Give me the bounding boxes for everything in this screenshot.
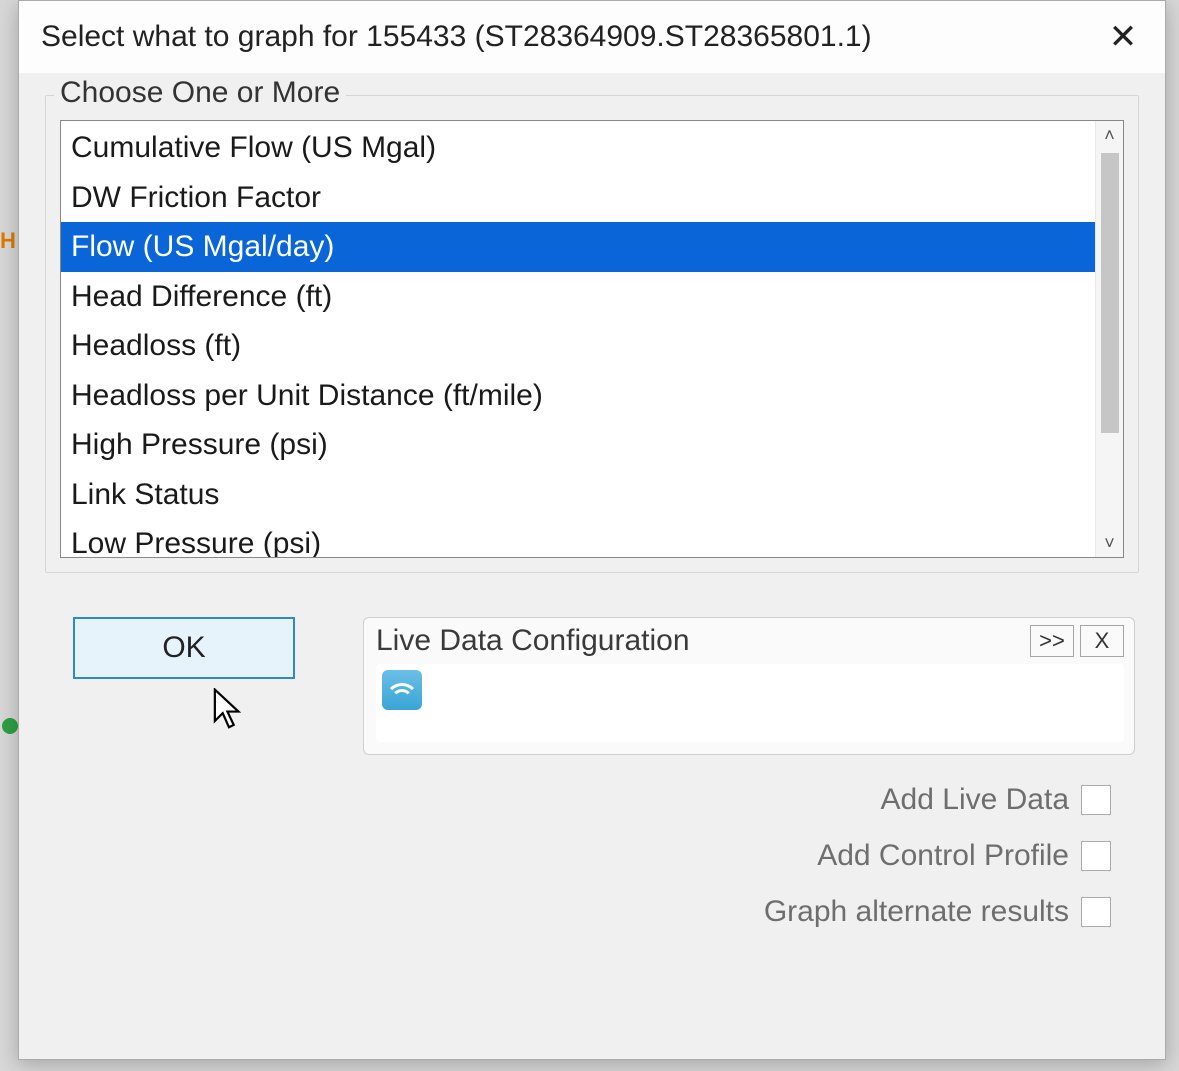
live-panel-close-button[interactable]: X bbox=[1080, 625, 1124, 657]
add-control-profile-checkbox[interactable] bbox=[1081, 841, 1111, 871]
live-panel-header: Live Data Configuration >> X bbox=[376, 624, 1124, 658]
dialog-body: Choose One or More Cumulative Flow (US M… bbox=[19, 73, 1165, 947]
ok-button-label: OK bbox=[162, 631, 205, 665]
list-item[interactable]: DW Friction Factor bbox=[61, 173, 1123, 223]
list-item[interactable]: Headloss (ft) bbox=[61, 321, 1123, 371]
list-item[interactable]: Low Pressure (psi) bbox=[61, 519, 1123, 557]
add-live-data-checkbox[interactable] bbox=[1081, 785, 1111, 815]
live-panel-expand-button[interactable]: >> bbox=[1030, 625, 1074, 657]
add-live-data-row: Add Live Data bbox=[881, 783, 1111, 817]
close-icon: ✕ bbox=[1109, 17, 1138, 57]
bottom-area: OK Live Data Configuration >> X bbox=[45, 617, 1139, 755]
list-item[interactable]: Headloss per Unit Distance (ft/mile) bbox=[61, 371, 1123, 421]
graph-alternate-results-checkbox[interactable] bbox=[1081, 897, 1111, 927]
listbox-inner: Cumulative Flow (US Mgal) DW Friction Fa… bbox=[61, 121, 1123, 557]
live-panel-body bbox=[376, 664, 1124, 742]
graph-alternate-results-label: Graph alternate results bbox=[764, 895, 1069, 929]
map-label: H bbox=[0, 228, 16, 254]
listbox-scrollbar[interactable]: ˄ ˅ bbox=[1095, 121, 1123, 557]
scroll-down-arrow-icon[interactable]: ˅ bbox=[1096, 529, 1123, 557]
wifi-icon bbox=[382, 670, 422, 710]
live-data-configuration-panel: Live Data Configuration >> X bbox=[363, 617, 1135, 755]
add-live-data-label: Add Live Data bbox=[881, 783, 1069, 817]
list-item[interactable]: Flow (US Mgal/day) bbox=[61, 222, 1123, 272]
list-item[interactable]: High Pressure (psi) bbox=[61, 420, 1123, 470]
graph-selection-dialog: Select what to graph for 155433 (ST28364… bbox=[18, 0, 1166, 1060]
live-panel-title: Live Data Configuration bbox=[376, 624, 690, 658]
fieldset-legend: Choose One or More bbox=[54, 76, 346, 110]
dialog-close-button[interactable]: ✕ bbox=[1099, 13, 1147, 61]
add-control-profile-label: Add Control Profile bbox=[817, 839, 1069, 873]
graph-alternate-results-row: Graph alternate results bbox=[764, 895, 1111, 929]
list-item[interactable]: Cumulative Flow (US Mgal) bbox=[61, 123, 1123, 173]
ok-button[interactable]: OK bbox=[73, 617, 295, 679]
add-control-profile-row: Add Control Profile bbox=[817, 839, 1111, 873]
list-item[interactable]: Link Status bbox=[61, 470, 1123, 520]
live-panel-buttons: >> X bbox=[1030, 625, 1124, 657]
map-node-marker bbox=[2, 718, 18, 734]
scroll-thumb[interactable] bbox=[1101, 153, 1119, 433]
dialog-title: Select what to graph for 155433 (ST28364… bbox=[41, 20, 872, 54]
options-checkboxes: Add Live Data Add Control Profile Graph … bbox=[45, 783, 1139, 929]
choose-fieldset: Choose One or More Cumulative Flow (US M… bbox=[45, 95, 1139, 573]
dialog-titlebar: Select what to graph for 155433 (ST28364… bbox=[19, 1, 1165, 73]
graph-options-listbox[interactable]: Cumulative Flow (US Mgal) DW Friction Fa… bbox=[60, 120, 1124, 558]
scroll-up-arrow-icon[interactable]: ˄ bbox=[1096, 121, 1123, 149]
list-item[interactable]: Head Difference (ft) bbox=[61, 272, 1123, 322]
